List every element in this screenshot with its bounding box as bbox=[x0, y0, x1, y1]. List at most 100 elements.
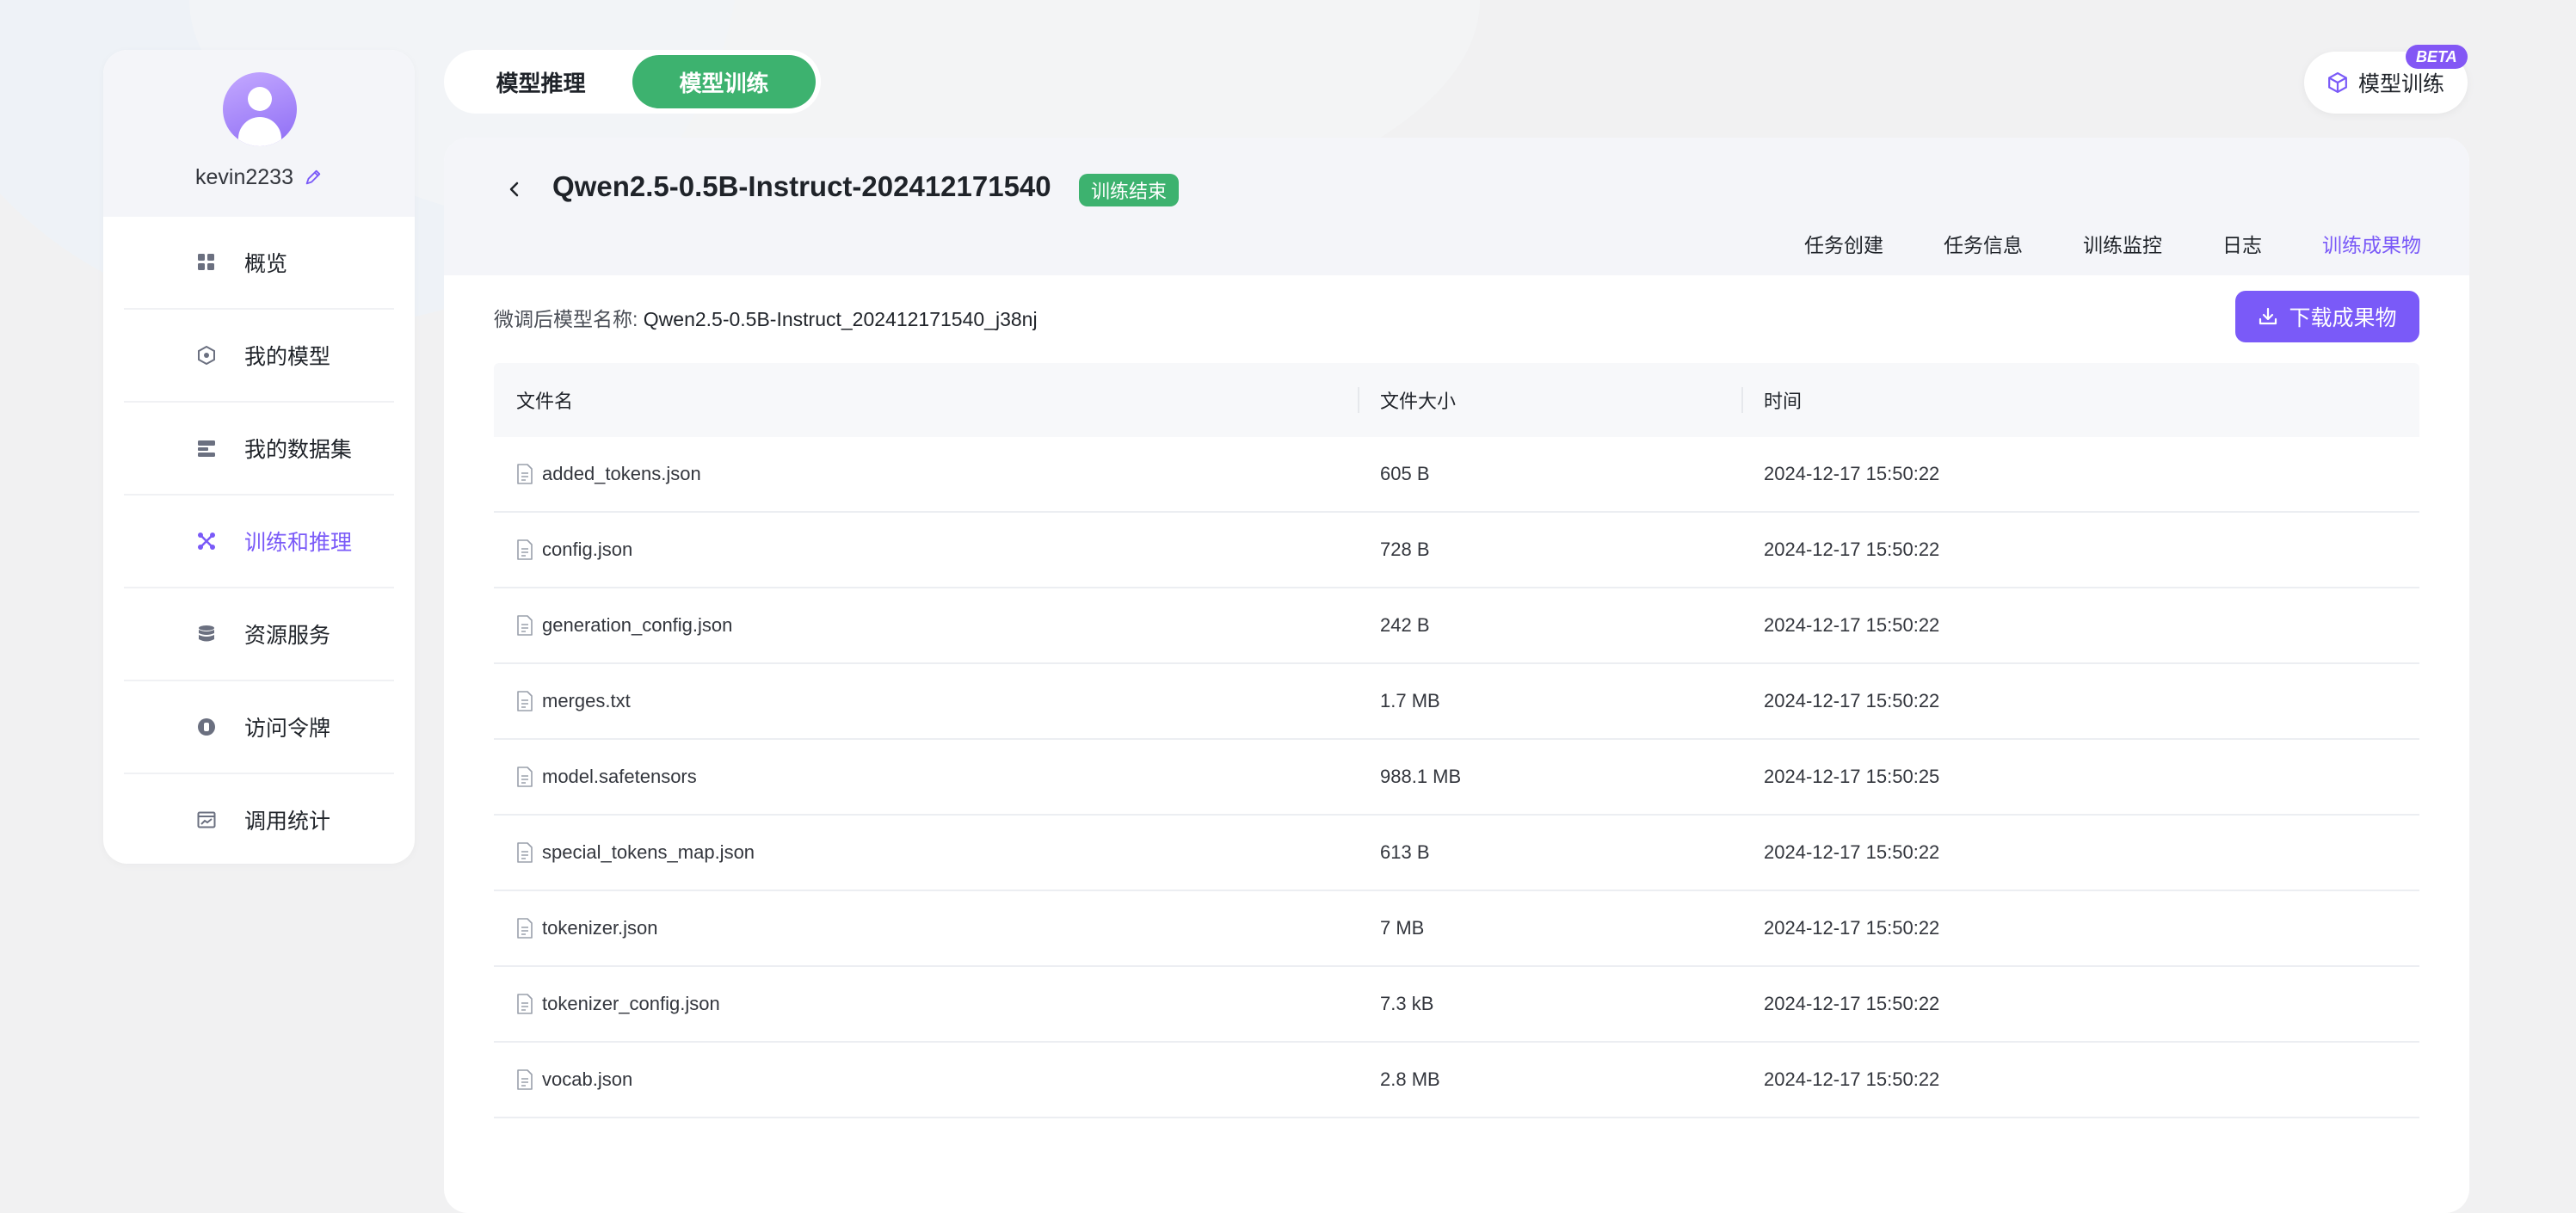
file-name-cell: config.json bbox=[494, 539, 1358, 561]
file-time: 2024-12-17 15:50:22 bbox=[1764, 690, 1940, 711]
file-name: model.safetensors bbox=[542, 766, 697, 787]
sidebar-item-label: 调用统计 bbox=[244, 810, 331, 834]
train-icon bbox=[196, 531, 217, 551]
file-size: 728 B bbox=[1380, 539, 1430, 560]
file-icon bbox=[517, 464, 533, 484]
database-icon bbox=[196, 624, 217, 644]
grid-icon bbox=[196, 252, 217, 273]
status-badge: 训练结束 bbox=[1079, 174, 1180, 206]
sidebar-item-usage-stats[interactable]: 调用统计 bbox=[124, 774, 394, 864]
tab-logs[interactable]: 日志 bbox=[2222, 229, 2262, 258]
finetuned-model-name-value: Qwen2.5-0.5B-Instruct_202412171540_j38nj bbox=[643, 308, 1038, 330]
sidebar-item-my-models[interactable]: 我的模型 bbox=[124, 310, 394, 403]
file-time: 2024-12-17 15:50:22 bbox=[1764, 614, 1940, 636]
file-icon bbox=[517, 691, 533, 711]
table-row[interactable]: added_tokens.json 605 B 2024-12-17 15:50:2… bbox=[494, 437, 2419, 513]
column-header-filename: 文件名 bbox=[516, 391, 574, 412]
file-icon bbox=[517, 994, 533, 1014]
job-header: Qwen2.5-0.5B-Instruct-202412171540 训练结束 … bbox=[444, 138, 2469, 275]
file-time: 2024-12-17 15:50:22 bbox=[1764, 1068, 1940, 1090]
table-row[interactable]: generation_config.json 242 B 2024-12-17 15… bbox=[494, 588, 2419, 664]
file-name-cell: tokenizer.json bbox=[494, 917, 1358, 939]
file-name-cell: vocab.json bbox=[494, 1068, 1358, 1091]
file-time: 2024-12-17 15:50:22 bbox=[1764, 993, 1940, 1014]
download-artifacts-button[interactable]: 下载成果物 bbox=[2235, 291, 2419, 342]
chevron-left-icon bbox=[509, 182, 519, 197]
file-name-cell: tokenizer_config.json bbox=[494, 993, 1358, 1015]
tab-training-monitor[interactable]: 训练监控 bbox=[2083, 229, 2162, 258]
file-icon bbox=[517, 767, 533, 787]
table-header: 文件名 文件大小 时间 bbox=[494, 363, 2419, 437]
sidebar-item-access-token[interactable]: 访问令牌 bbox=[124, 681, 394, 774]
file-time: 2024-12-17 15:50:22 bbox=[1764, 463, 1940, 484]
tab-task-info[interactable]: 任务信息 bbox=[1944, 229, 2023, 258]
table-row[interactable]: tokenizer.json 7 MB 2024-12-17 15:50:22 bbox=[494, 891, 2419, 967]
table-row[interactable]: special_tokens_map.json 613 B 2024-12-17 1… bbox=[494, 816, 2419, 891]
tab-artifacts[interactable]: 训练成果物 bbox=[2322, 229, 2421, 258]
sidebar-item-my-datasets[interactable]: 我的数据集 bbox=[124, 403, 394, 496]
file-time: 2024-12-17 15:50:22 bbox=[1764, 841, 1940, 863]
file-size: 613 B bbox=[1380, 841, 1430, 863]
column-header-filesize: 文件大小 bbox=[1358, 363, 1741, 437]
file-name-cell: added_tokens.json bbox=[494, 463, 1358, 485]
file-name: added_tokens.json bbox=[542, 463, 701, 484]
file-size: 7 MB bbox=[1380, 917, 1425, 939]
sidebar-item-label: 概览 bbox=[244, 252, 288, 276]
mode-tabs: 模型推理 模型训练 bbox=[444, 50, 821, 114]
file-name: tokenizer_config.json bbox=[542, 993, 720, 1014]
file-icon bbox=[517, 539, 533, 560]
tab-model-training[interactable]: 模型训练 bbox=[632, 55, 816, 108]
beta-badge: BETA bbox=[2406, 45, 2468, 69]
table-row[interactable]: config.json 728 B 2024-12-17 15:50:22 bbox=[494, 513, 2419, 588]
sidebar-item-label: 资源服务 bbox=[244, 624, 331, 648]
file-size: 2.8 MB bbox=[1380, 1068, 1440, 1090]
main-panel: Qwen2.5-0.5B-Instruct-202412171540 训练结束 … bbox=[444, 138, 2469, 1213]
file-time: 2024-12-17 15:50:25 bbox=[1764, 766, 1940, 787]
file-icon bbox=[517, 918, 533, 939]
file-name: tokenizer.json bbox=[542, 917, 658, 939]
job-title: Qwen2.5-0.5B-Instruct-202412171540 bbox=[552, 170, 1051, 202]
sidebar-item-label: 我的模型 bbox=[244, 345, 331, 369]
sidebar-item-label: 我的数据集 bbox=[244, 438, 353, 462]
file-icon bbox=[517, 842, 533, 863]
table-row[interactable]: merges.txt 1.7 MB 2024-12-17 15:50:22 bbox=[494, 664, 2419, 740]
job-sub-tabs: 任务创建 任务信息 训练监控 日志 训练成果物 bbox=[1804, 229, 2421, 258]
file-name: config.json bbox=[542, 539, 633, 560]
file-name-cell: special_tokens_map.json bbox=[494, 841, 1358, 864]
sidebar-item-train-infer[interactable]: 训练和推理 bbox=[124, 496, 394, 588]
tab-model-inference[interactable]: 模型推理 bbox=[449, 55, 632, 108]
sidebar-item-label: 训练和推理 bbox=[244, 531, 353, 555]
avatar[interactable] bbox=[223, 72, 297, 146]
table-body: added_tokens.json 605 B 2024-12-17 15:50:2… bbox=[494, 437, 2419, 1118]
file-size: 988.1 MB bbox=[1380, 766, 1462, 787]
file-name-cell: merges.txt bbox=[494, 690, 1358, 712]
user-profile: kevin2233 bbox=[103, 50, 415, 217]
table-row[interactable]: tokenizer_config.json 7.3 kB 2024-12-17 15… bbox=[494, 967, 2419, 1043]
file-size: 1.7 MB bbox=[1380, 690, 1440, 711]
back-button[interactable] bbox=[501, 175, 528, 203]
table-row[interactable]: vocab.json 2.8 MB 2024-12-17 15:50:22 bbox=[494, 1043, 2419, 1118]
file-time: 2024-12-17 15:50:22 bbox=[1764, 917, 1940, 939]
sidebar-item-overview[interactable]: 概览 bbox=[124, 217, 394, 310]
tab-task-create[interactable]: 任务创建 bbox=[1804, 229, 1883, 258]
cube-icon bbox=[2328, 72, 2347, 93]
file-size: 7.3 kB bbox=[1380, 993, 1434, 1014]
finetuned-model-name-label: 微调后模型名称: bbox=[494, 308, 638, 330]
sidebar: kevin2233 概览 我的模型 我的数据集 训练和推理 资源服务 访问令牌 … bbox=[103, 50, 415, 864]
username: kevin2233 bbox=[195, 164, 293, 189]
model-training-label: 模型训练 bbox=[2357, 72, 2444, 96]
download-artifacts-label: 下载成果物 bbox=[2289, 306, 2397, 330]
dataset-icon bbox=[196, 438, 217, 459]
edit-icon[interactable] bbox=[304, 168, 323, 187]
column-header-time: 时间 bbox=[1741, 363, 2419, 437]
cube-icon bbox=[196, 345, 217, 366]
sidebar-item-label: 访问令牌 bbox=[244, 717, 331, 741]
sidebar-item-resources[interactable]: 资源服务 bbox=[124, 588, 394, 681]
token-icon bbox=[196, 717, 217, 737]
sidebar-menu: 概览 我的模型 我的数据集 训练和推理 资源服务 访问令牌 调用统计 bbox=[103, 217, 415, 864]
table-row[interactable]: model.safetensors 988.1 MB 2024-12-17 15:5… bbox=[494, 740, 2419, 816]
file-icon bbox=[517, 615, 533, 636]
file-name: special_tokens_map.json bbox=[542, 841, 755, 863]
file-name: merges.txt bbox=[542, 690, 631, 711]
file-icon bbox=[517, 1069, 533, 1090]
